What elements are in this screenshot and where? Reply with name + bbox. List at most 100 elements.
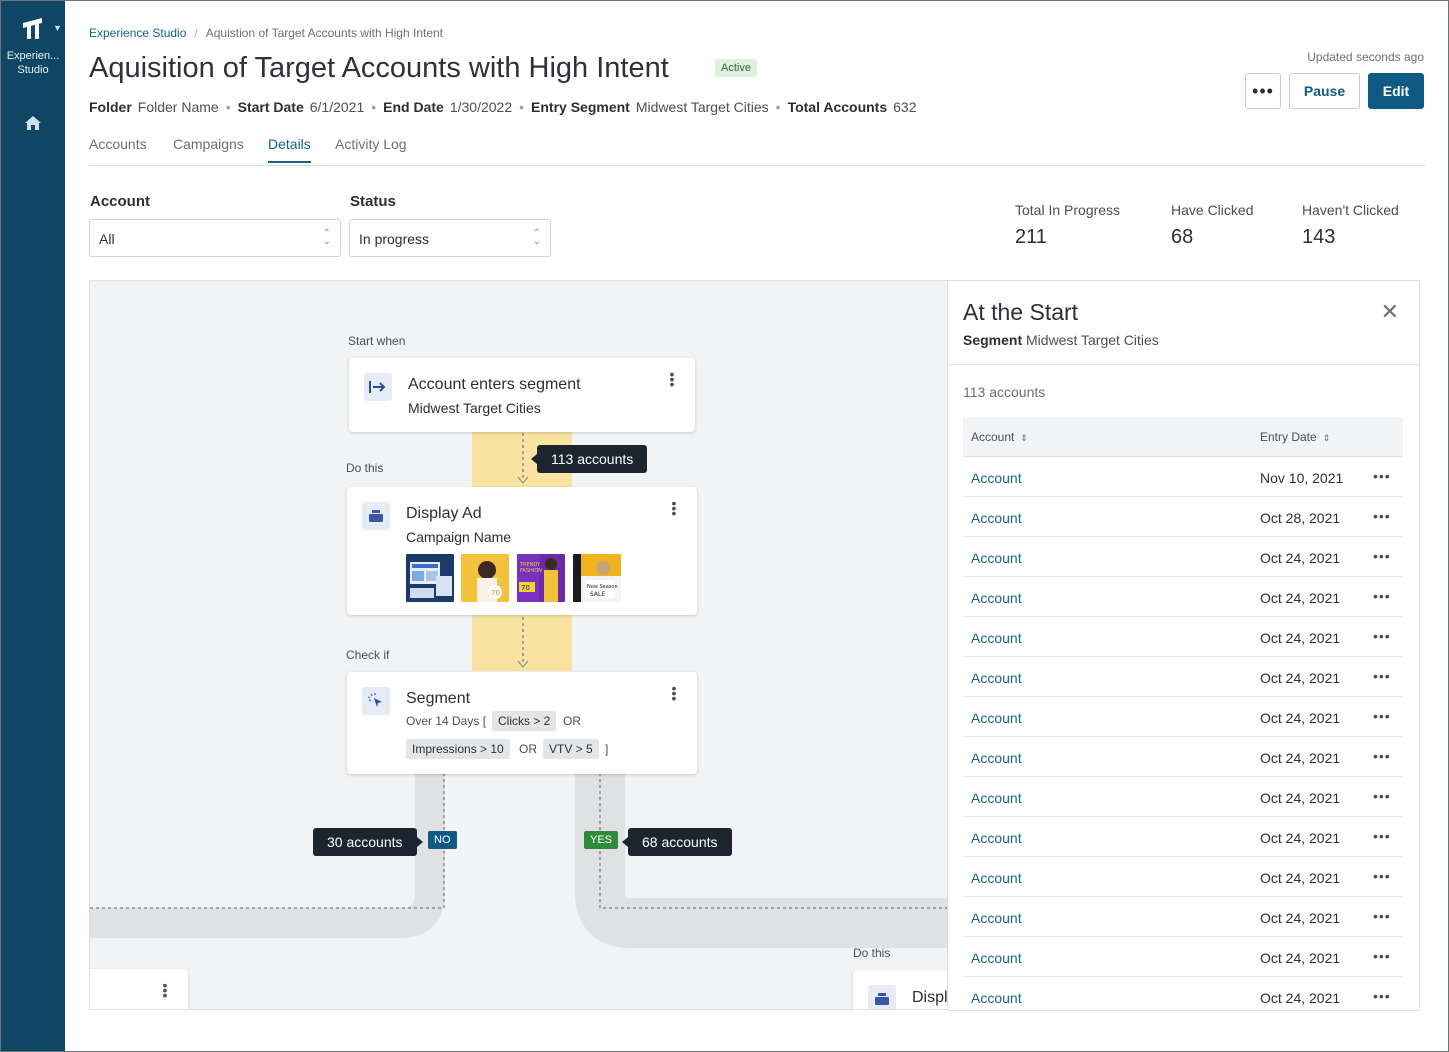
row-more-icon[interactable]: ••• (1373, 788, 1391, 804)
account-link[interactable]: Account (971, 830, 1022, 846)
row-more-icon[interactable]: ••• (1373, 748, 1391, 764)
panel-accounts-count: 113 accounts (963, 384, 1046, 400)
entry-date: Oct 24, 2021 (1260, 950, 1341, 966)
entry-date: Nov 10, 2021 (1260, 470, 1344, 486)
column-label: Account (971, 430, 1015, 444)
stat-total-in-progress: Total In Progress 211 (1015, 202, 1120, 249)
panel-segment-value: Midwest Target Cities (1026, 332, 1159, 348)
end-date-label: End Date (383, 99, 444, 115)
sort-icon[interactable]: ⇕ (1020, 433, 1028, 443)
ad-creative-thumbnail[interactable] (406, 554, 454, 602)
table-row: Account Oct 24, 2021 ••• (963, 617, 1403, 657)
account-link[interactable]: Account (971, 670, 1022, 686)
left-rail: ▼ Experien... Studio (1, 1, 65, 1051)
close-icon[interactable]: ✕ (1381, 301, 1399, 323)
pause-button[interactable]: Pause (1289, 73, 1360, 109)
meta-separator: • (775, 99, 781, 115)
row-more-icon[interactable]: ••• (1373, 908, 1391, 924)
row-more-icon[interactable]: ••• (1373, 468, 1391, 484)
start-card-title: Account enters segment (408, 376, 581, 393)
account-link[interactable]: Account (971, 750, 1022, 766)
breadcrumb-root-link[interactable]: Experience Studio (89, 26, 186, 40)
chevron-down-icon[interactable]: ▼ (53, 23, 62, 33)
account-link[interactable]: Account (971, 870, 1022, 886)
row-more-icon[interactable]: ••• (1373, 988, 1391, 1004)
accounts-table-header: Account ⇕ Entry Date ⇕ (963, 417, 1403, 457)
account-link[interactable]: Account (971, 510, 1022, 526)
campaign-name: Campaign Name (406, 529, 512, 545)
panel-title: At the Start (963, 299, 1079, 325)
row-more-icon[interactable]: ••• (1373, 668, 1391, 684)
account-link[interactable]: Account (971, 950, 1022, 966)
table-row: Account Oct 24, 2021 ••• (963, 897, 1403, 937)
svg-text:70: 70 (521, 584, 530, 592)
row-more-icon[interactable]: ••• (1373, 828, 1391, 844)
edit-button[interactable]: Edit (1368, 73, 1424, 109)
svg-text:New Season: New Season (587, 584, 618, 590)
row-more-icon[interactable]: ••• (1373, 628, 1391, 644)
accounts-count-tooltip: 113 accounts (530, 445, 648, 473)
kebab-menu-icon[interactable]: • • • (671, 496, 677, 520)
account-link[interactable]: Account (971, 590, 1022, 606)
column-header-entry-date[interactable]: Entry Date ⇕ (1260, 430, 1330, 444)
table-row: Account Oct 24, 2021 ••• (963, 777, 1403, 817)
journey-canvas[interactable]: Start when Account enters segment Midwes… (89, 280, 947, 1010)
ad-creative-thumbnail[interactable]: New Season SALE (573, 554, 621, 602)
account-link[interactable]: Account (971, 550, 1022, 566)
yes-branch-display-ad-card[interactable]: Displ (853, 970, 947, 1009)
display-ad-title-partial: Displ (912, 989, 947, 1006)
account-link[interactable]: Account (971, 630, 1022, 646)
or-operator: OR (563, 714, 581, 728)
segment-window-text: Over 14 Days [ (406, 714, 487, 728)
entry-date: Oct 24, 2021 (1260, 870, 1341, 886)
tab-campaigns[interactable]: Campaigns (173, 136, 244, 161)
entry-date: Oct 28, 2021 (1260, 510, 1341, 526)
sort-icon[interactable]: ⇕ (1323, 433, 1331, 443)
row-more-icon[interactable]: ••• (1373, 588, 1391, 604)
account-link[interactable]: Account (971, 470, 1022, 486)
tab-accounts[interactable]: Accounts (89, 136, 147, 161)
start-trigger-card[interactable]: Account enters segment Midwest Target Ci… (349, 358, 695, 432)
ad-creative-thumbnail[interactable]: 70 (461, 554, 509, 602)
no-branch-next-card[interactable]: • • • (90, 969, 188, 1009)
meta-separator: • (371, 99, 377, 115)
segment-card-title: Segment (406, 690, 471, 707)
account-link[interactable]: Account (971, 710, 1022, 726)
row-more-icon[interactable]: ••• (1373, 548, 1391, 564)
row-more-icon[interactable]: ••• (1373, 868, 1391, 884)
row-more-icon[interactable]: ••• (1373, 708, 1391, 724)
column-label: Entry Date (1260, 430, 1317, 444)
meta-separator: • (225, 99, 231, 115)
more-actions-button[interactable]: ••• (1245, 73, 1281, 109)
display-ad-card[interactable]: Display Ad Campaign Name • • • 70 TRENDY FA… (347, 487, 697, 615)
table-row: Account Oct 24, 2021 ••• (963, 737, 1403, 777)
account-link[interactable]: Account (971, 790, 1022, 806)
ad-creative-thumbnail[interactable]: TRENDY FASHION 70 (517, 554, 565, 602)
account-link[interactable]: Account (971, 990, 1022, 1006)
entry-segment-label: Entry Segment (531, 99, 630, 115)
account-filter-select[interactable]: All ⌃ ⌄ (89, 219, 341, 257)
kebab-menu-icon[interactable]: • • • (669, 367, 675, 391)
status-filter-select[interactable]: In progress ⌃ ⌄ (349, 219, 551, 257)
stat-label: Total In Progress (1015, 202, 1121, 218)
tab-details[interactable]: Details (268, 136, 311, 163)
no-branch-count-tooltip: 30 accounts (313, 828, 422, 856)
check-if-label: Check if (346, 648, 390, 662)
journey-meta: Folder Folder Name • Start Date 6/1/2021 • End… (89, 99, 916, 115)
home-icon[interactable] (24, 115, 42, 136)
segment-check-card[interactable]: Segment • • • Over 14 Days [ Clicks > 2 OR… (347, 672, 697, 774)
total-accounts-value: 632 (893, 99, 917, 115)
row-more-icon[interactable]: ••• (1373, 508, 1391, 524)
column-header-account[interactable]: Account ⇕ (971, 430, 1028, 444)
row-more-icon[interactable]: ••• (1373, 948, 1391, 964)
kebab-menu-icon[interactable]: • • • (162, 978, 168, 1002)
account-link[interactable]: Account (971, 910, 1022, 926)
or-operator: OR (519, 742, 537, 756)
kebab-menu-icon[interactable]: • • • (671, 681, 677, 705)
start-card-subtitle: Midwest Target Cities (408, 400, 541, 416)
tab-activity-log[interactable]: Activity Log (335, 136, 407, 161)
app-switcher-label[interactable]: Experien... Studio (1, 49, 65, 77)
status-badge: Active (715, 59, 757, 77)
entry-date: Oct 24, 2021 (1260, 990, 1341, 1006)
enter-segment-icon (364, 373, 392, 401)
